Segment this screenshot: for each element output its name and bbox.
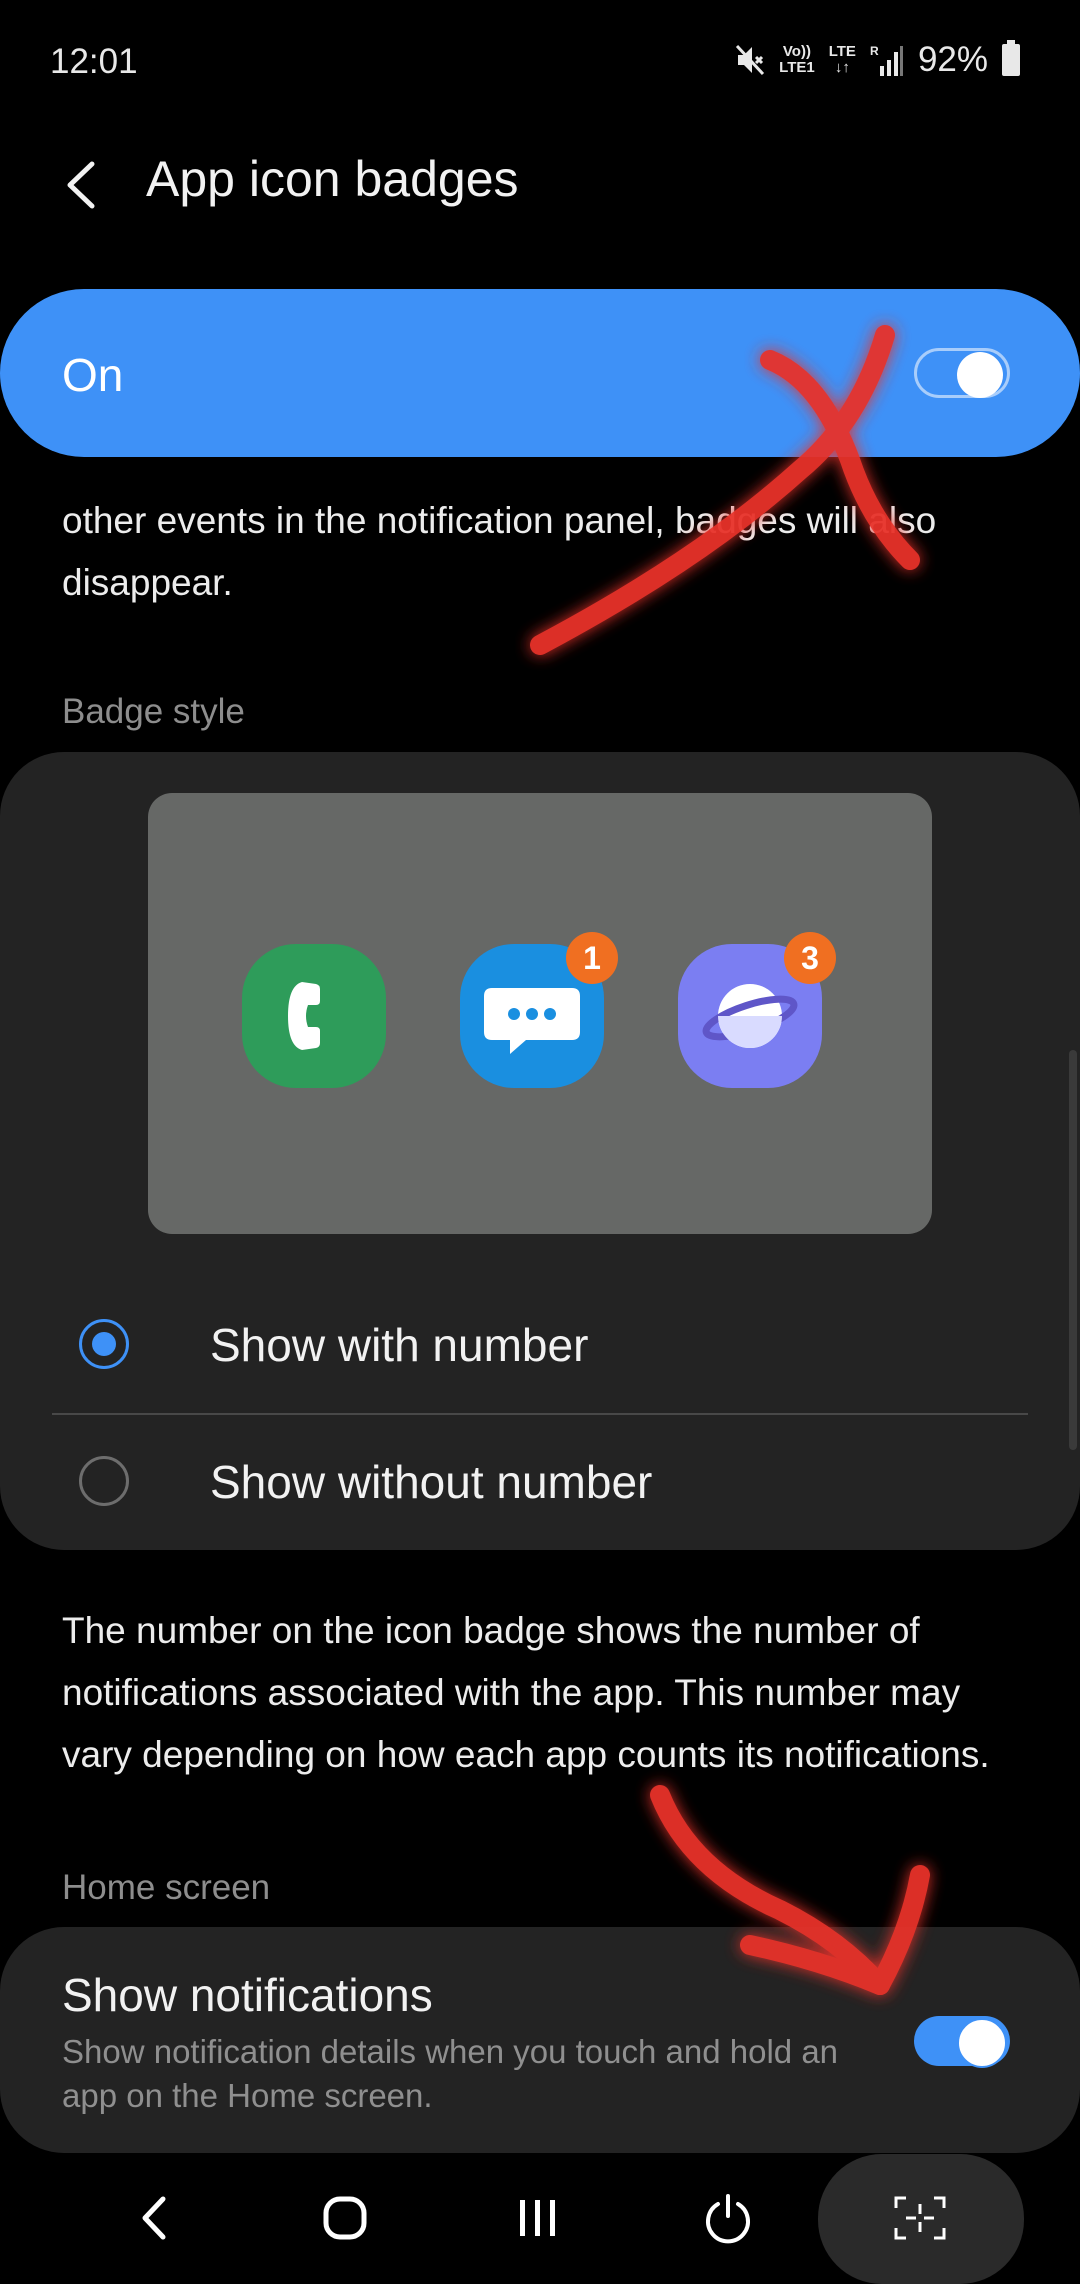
back-arrow-icon[interactable]: [60, 158, 104, 212]
nav-back-button[interactable]: [115, 2178, 195, 2258]
page-title: App icon badges: [146, 151, 519, 207]
scrollbar[interactable]: [1069, 1050, 1077, 1450]
badge-style-section-label: Badge style: [62, 692, 245, 731]
toggle-knob: [957, 2018, 1007, 2068]
volte-indicator: Vo)) LTE1: [779, 44, 815, 76]
show-notifications-subtitle: Show notification details when you touch…: [62, 2033, 839, 2114]
lte-indicator: LTE ↓↑: [829, 44, 856, 76]
volte-line1: Vo)): [782, 43, 811, 60]
home-icon: [323, 2196, 367, 2240]
option-show-with-number[interactable]: Show with number: [210, 1318, 588, 1372]
nav-screen-capture-button[interactable]: [880, 2178, 960, 2258]
nav-home-button[interactable]: [305, 2178, 385, 2258]
option-divider: [52, 1413, 1028, 1415]
power-icon: [706, 2194, 750, 2244]
status-icons: Vo)) LTE1 LTE ↓↑ R 92%: [735, 40, 1020, 80]
radio-show-without-number[interactable]: [79, 1456, 129, 1506]
internet-badge: 3: [784, 932, 836, 984]
recents-icon: [520, 2200, 555, 2236]
phone-icon: [242, 944, 386, 1088]
battery-icon: [1002, 40, 1020, 76]
badges-description: other events in the notification panel, …: [62, 500, 937, 603]
home-screen-section-label: Home screen: [62, 1868, 271, 1907]
data-arrows-icon: ↓↑: [834, 59, 850, 76]
battery-percent: 92%: [917, 40, 988, 79]
mute-icon: [736, 44, 765, 76]
volte-line2: LTE1: [779, 59, 815, 76]
nav-power-button[interactable]: [688, 2178, 768, 2258]
show-notifications-toggle[interactable]: [914, 2016, 1010, 2068]
nav-recents-button[interactable]: [498, 2178, 578, 2258]
messages-badge: 1: [566, 932, 618, 984]
back-icon: [142, 2196, 166, 2240]
master-toggle[interactable]: [914, 348, 1010, 398]
show-notifications-title: Show notifications: [62, 1969, 433, 2021]
signal-icon: R: [870, 44, 903, 76]
radio-show-with-number[interactable]: [79, 1319, 129, 1369]
toggle-knob: [957, 352, 1003, 398]
option-show-without-number[interactable]: Show without number: [210, 1455, 652, 1509]
screen-capture-icon: [894, 2196, 946, 2240]
roaming-label: R: [870, 44, 879, 58]
lte-line1: LTE: [828, 43, 856, 60]
badge-number-description: The number on the icon badge shows the n…: [62, 1610, 990, 1775]
master-switch-label: On: [62, 349, 124, 401]
status-time: 12:01: [50, 42, 138, 81]
